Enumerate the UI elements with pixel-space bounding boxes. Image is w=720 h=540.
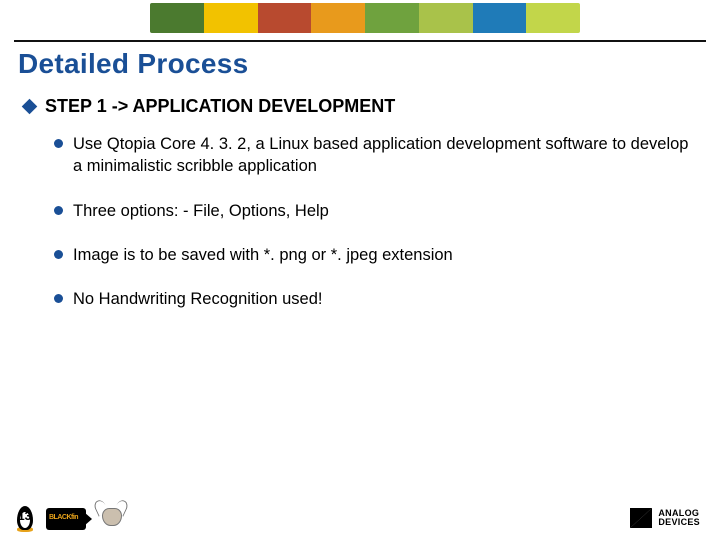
list-item-text: No Handwriting Recognition used! — [73, 288, 322, 310]
slide-title: Detailed Process — [18, 48, 248, 80]
dot-bullet-icon — [54, 294, 63, 303]
adi-triangle-icon — [630, 508, 652, 528]
gnu-icon — [96, 500, 126, 530]
section-heading-text: STEP 1 -> APPLICATION DEVELOPMENT — [45, 96, 395, 117]
diamond-bullet-icon — [22, 99, 38, 115]
horizontal-rule — [14, 40, 706, 42]
list-item: No Handwriting Recognition used! — [54, 288, 696, 310]
list-item: Use Qtopia Core 4. 3. 2, a Linux based a… — [54, 133, 696, 178]
dot-bullet-icon — [54, 139, 63, 148]
dot-bullet-icon — [54, 250, 63, 259]
content-area: STEP 1 -> APPLICATION DEVELOPMENT Use Qt… — [24, 96, 696, 332]
adi-wordmark: ANALOG DEVICES — [658, 509, 700, 527]
blackfin-label: BLACKfin — [49, 514, 78, 521]
list-item: Three options: - File, Options, Help — [54, 200, 696, 222]
list-item-text: Three options: - File, Options, Help — [73, 200, 329, 222]
adi-line2: DEVICES — [658, 518, 700, 527]
list-item-text: Use Qtopia Core 4. 3. 2, a Linux based a… — [73, 133, 693, 178]
top-banner — [150, 3, 580, 33]
list-item-text: Image is to be saved with *. png or *. j… — [73, 244, 453, 266]
blackfin-logo: BLACKfin — [46, 508, 86, 530]
section-heading: STEP 1 -> APPLICATION DEVELOPMENT — [24, 96, 696, 117]
dot-bullet-icon — [54, 206, 63, 215]
list-item: Image is to be saved with *. png or *. j… — [54, 244, 696, 266]
analog-devices-logo: ANALOG DEVICES — [630, 508, 700, 528]
page-number: 13 — [18, 509, 31, 523]
